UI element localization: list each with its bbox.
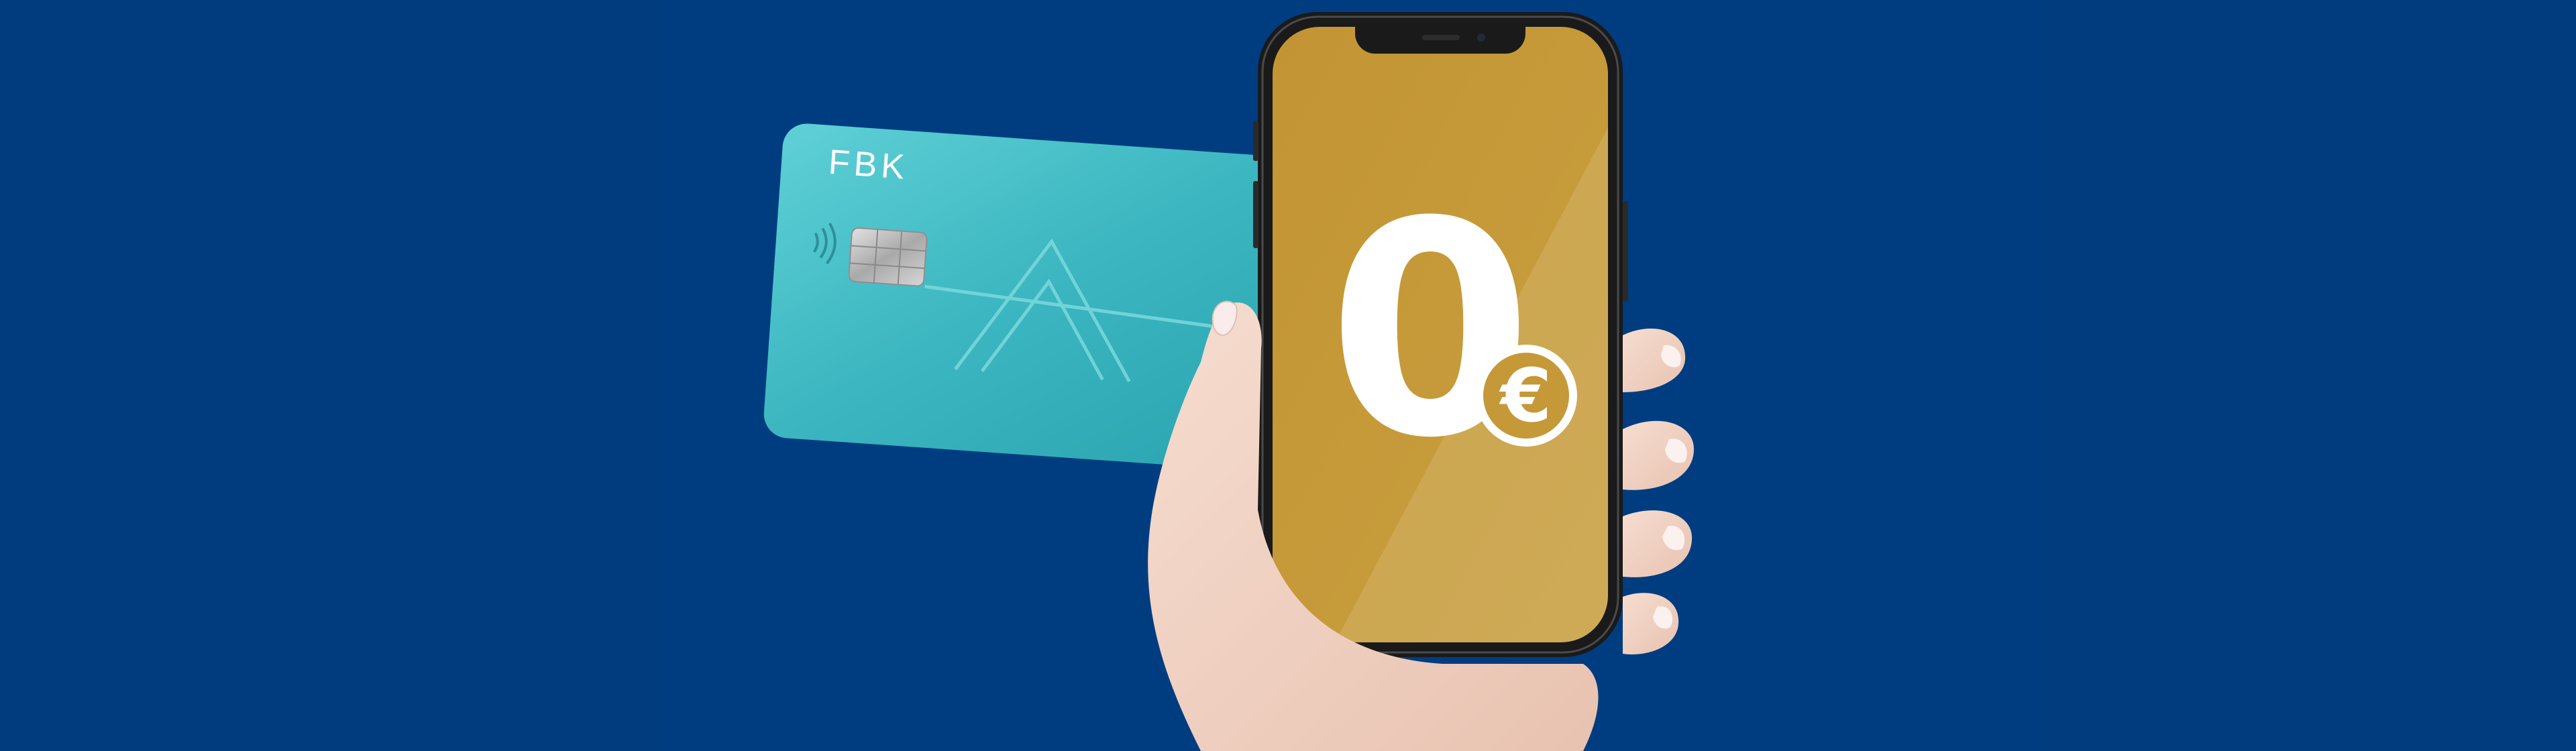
power-button: [1623, 201, 1628, 302]
speaker-grill: [1422, 35, 1460, 40]
banner-illustration: FBK 0 €: [763, 12, 1694, 751]
volume-up-button: [1253, 181, 1258, 248]
chip-icon: [848, 227, 928, 287]
card-brand-label: FBK: [827, 143, 910, 187]
silent-switch: [1253, 121, 1258, 161]
price-value: 0: [1328, 159, 1533, 502]
smartphone: 0 €: [1253, 12, 1628, 657]
front-camera: [1477, 34, 1485, 42]
price-currency: €: [1499, 353, 1552, 439]
promo-banner: FBK 0 €: [0, 0, 2576, 751]
